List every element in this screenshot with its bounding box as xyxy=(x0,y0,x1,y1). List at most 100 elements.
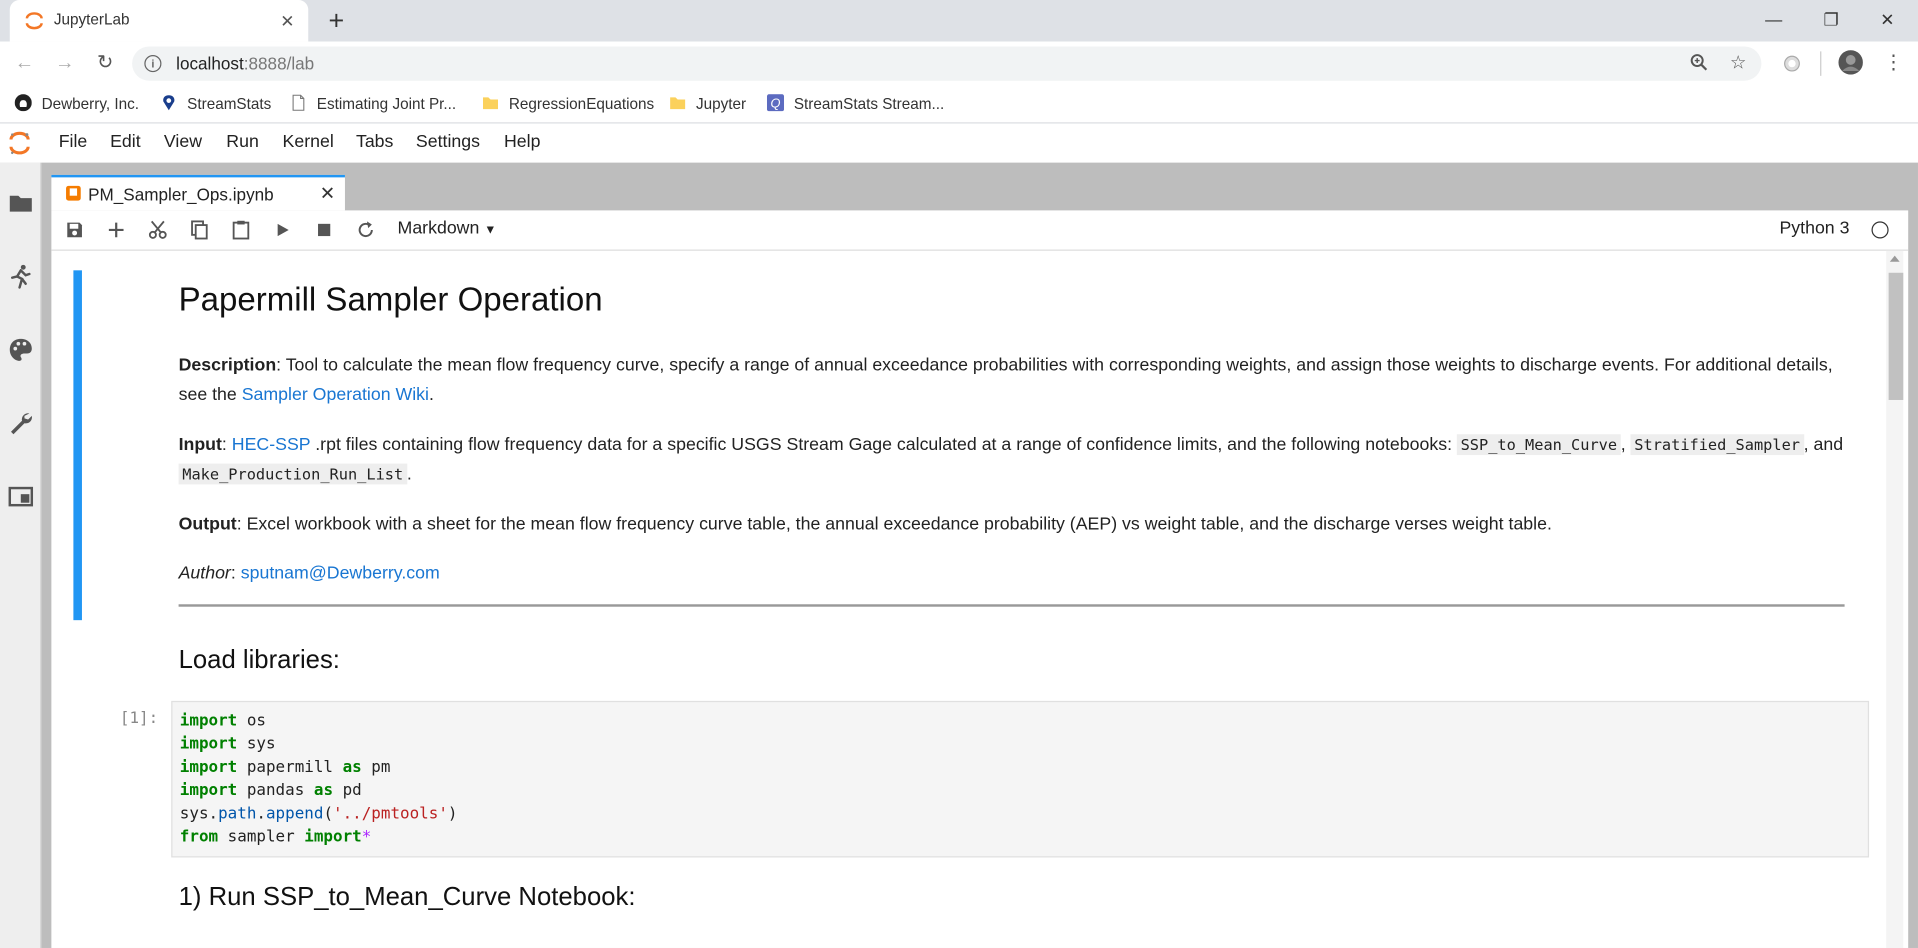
paste-icon[interactable] xyxy=(230,219,252,241)
bookmark-item[interactable]: Q StreamStats Stream... xyxy=(766,93,944,115)
chrome-menu-icon[interactable]: ⋮ xyxy=(1881,51,1905,75)
bookmarks-bar: Dewberry, Inc. StreamStats Estimating Jo… xyxy=(0,85,1918,124)
palette-icon[interactable] xyxy=(7,336,34,363)
menu-edit[interactable]: Edit xyxy=(110,132,141,152)
bookmark-item[interactable]: Dewberry, Inc. xyxy=(14,93,139,115)
menu-view[interactable]: View xyxy=(164,132,202,152)
sampler-wiki-link[interactable]: Sampler Operation Wiki xyxy=(242,385,429,405)
notebook-panel: Markdown ▼ Python 3 Papermill Sampler Op… xyxy=(51,210,1909,948)
address-bar-row: ← → ↻ i localhost:8888/lab ☆ ⋮ xyxy=(0,41,1918,86)
notebook-tab-title: PM_Sampler_Ops.ipynb xyxy=(88,184,274,205)
bookmark-item[interactable]: RegressionEquations xyxy=(482,93,654,115)
active-cell-indicator xyxy=(73,270,82,621)
code-token: '../pmtools' xyxy=(333,804,448,824)
chevron-down-icon: ▼ xyxy=(484,223,497,238)
menu-help[interactable]: Help xyxy=(504,132,540,152)
section-heading: 1) Run SSP_to_Mean_Curve Notebook: xyxy=(178,883,636,912)
jupyter-logo-icon xyxy=(9,131,30,155)
run-icon[interactable] xyxy=(272,219,294,241)
kernel-name[interactable]: Python 3 xyxy=(1779,219,1849,239)
code-token: ( xyxy=(323,804,334,824)
scrollbar-thumb[interactable] xyxy=(1888,272,1904,400)
code-line: import papermill as pm xyxy=(180,756,1861,779)
code-token: os xyxy=(237,711,266,731)
hec-ssp-link[interactable]: HEC-SSP xyxy=(232,435,311,455)
description-paragraph: Description: Tool to calculate the mean … xyxy=(178,355,1833,405)
restart-icon[interactable] xyxy=(355,219,377,241)
horizontal-rule xyxy=(178,604,1845,607)
stop-icon[interactable] xyxy=(313,219,335,241)
code-token: import xyxy=(304,828,362,847)
bookmark-star-icon[interactable]: ☆ xyxy=(1727,53,1749,75)
menu-run[interactable]: Run xyxy=(226,132,259,152)
code-token: pm xyxy=(361,758,391,777)
code-token: from xyxy=(179,828,219,847)
back-icon[interactable]: ← xyxy=(12,51,36,75)
map-pin-icon xyxy=(163,95,175,111)
code-line: import os xyxy=(180,709,1861,732)
new-tab-button[interactable]: + xyxy=(323,7,350,34)
markdown-cell[interactable]: Papermill Sampler Operation xyxy=(179,283,1845,316)
cut-icon[interactable] xyxy=(147,219,169,241)
code-token: ) xyxy=(447,804,458,824)
menu-settings[interactable]: Settings xyxy=(416,132,480,152)
bookmark-item[interactable]: Jupyter xyxy=(669,93,746,115)
close-window-button[interactable]: ✕ xyxy=(1859,0,1915,42)
tabs-icon[interactable] xyxy=(7,483,34,510)
add-cell-icon[interactable] xyxy=(105,219,127,241)
extension-icon[interactable] xyxy=(1781,53,1803,75)
url-text[interactable]: localhost:8888/lab xyxy=(176,54,314,74)
main-dock-area: PM_Sampler_Ops.ipynb ✕ Markdown ▼ Python… xyxy=(41,162,1918,948)
jupyter-menubar: File Edit View Run Kernel Tabs Settings … xyxy=(0,123,1918,164)
browser-tabstrip: JupyterLab ✕ + — ❐ ✕ xyxy=(0,0,1918,42)
restore-button[interactable]: ❐ xyxy=(1803,0,1859,42)
code-line: sys.path.append('../pmtools') xyxy=(180,802,1861,825)
menu-file[interactable]: File xyxy=(59,132,88,152)
menu-kernel[interactable]: Kernel xyxy=(283,132,334,152)
execution-prompt: [1]: xyxy=(119,709,159,728)
kernel-status-icon xyxy=(1871,221,1889,239)
omnibox[interactable]: i localhost:8888/lab ☆ xyxy=(132,46,1762,81)
notebook-toolbar: Markdown ▼ Python 3 xyxy=(51,210,1909,251)
author-email-link[interactable]: sputnam@Dewberry.com xyxy=(241,564,440,584)
menu-tabs[interactable]: Tabs xyxy=(356,132,393,152)
code-token: sys. xyxy=(179,804,219,824)
notebook-icon xyxy=(66,185,81,201)
code-token: import xyxy=(179,735,238,754)
profile-avatar[interactable] xyxy=(1838,50,1863,75)
bookmark-item[interactable]: StreamStats xyxy=(160,93,271,115)
code-token: papermill xyxy=(237,758,343,777)
code-token: as xyxy=(313,781,334,800)
cell-type-select[interactable]: Markdown ▼ xyxy=(398,219,497,239)
scroll-up-icon[interactable] xyxy=(1889,255,1900,262)
toolbar-divider xyxy=(1820,51,1822,76)
copy-icon[interactable] xyxy=(188,219,210,241)
minimize-button[interactable]: — xyxy=(1746,0,1802,42)
code-cell[interactable]: import os import sys import papermill as p… xyxy=(171,700,1870,858)
zoom-icon[interactable] xyxy=(1688,53,1710,75)
browser-tab-title: JupyterLab xyxy=(53,11,130,29)
markdown-cell[interactable]: 1) Run SSP_to_Mean_Curve Notebook: xyxy=(179,883,1845,912)
close-icon[interactable]: ✕ xyxy=(320,182,335,204)
running-icon[interactable] xyxy=(7,263,34,290)
notebook-body: Papermill Sampler Operation Description:… xyxy=(51,250,1908,948)
markdown-cell[interactable]: Load libraries: xyxy=(179,646,1845,675)
folder-icon[interactable] xyxy=(7,190,34,217)
bookmark-item[interactable]: Estimating Joint Pr... xyxy=(290,93,456,115)
browser-tab[interactable]: JupyterLab ✕ xyxy=(9,0,309,42)
code-token: sampler xyxy=(218,828,305,847)
folder-icon xyxy=(483,97,498,110)
reload-icon[interactable]: ↻ xyxy=(93,51,117,75)
forward-icon[interactable]: → xyxy=(53,51,77,75)
save-icon[interactable] xyxy=(64,219,86,241)
wrench-icon[interactable] xyxy=(7,410,34,437)
code-token: * xyxy=(361,828,372,847)
folder-icon xyxy=(670,97,686,110)
close-tab-icon[interactable]: ✕ xyxy=(276,10,298,32)
code-token: path xyxy=(218,804,257,824)
page-icon xyxy=(292,94,305,111)
notebook-tab[interactable]: PM_Sampler_Ops.ipynb ✕ xyxy=(51,174,345,211)
output-paragraph: Output: Excel workbook with a sheet for … xyxy=(178,514,1552,535)
notebook-scrollbar[interactable] xyxy=(1886,250,1904,948)
site-info-icon[interactable]: i xyxy=(144,55,162,73)
